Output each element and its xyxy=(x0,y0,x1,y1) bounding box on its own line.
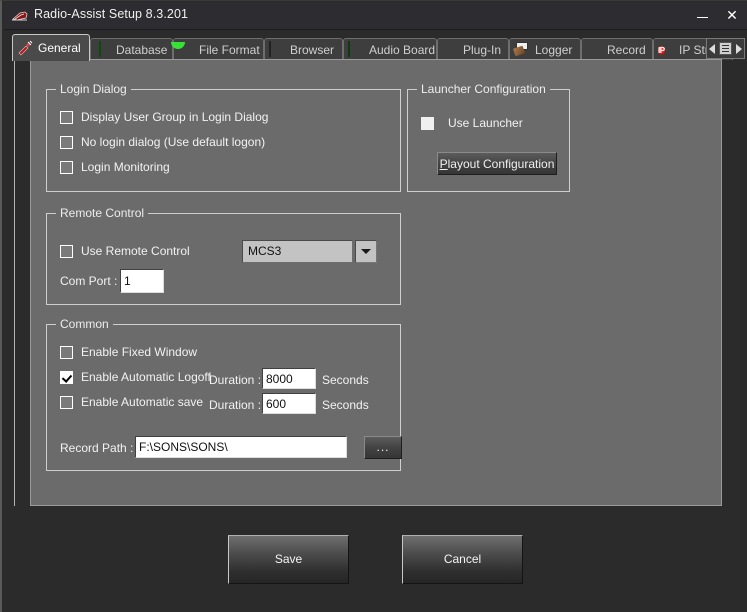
checkbox-use-launcher[interactable]: Use Launcher xyxy=(421,116,523,130)
tab-label: Record xyxy=(607,44,646,56)
minimize-icon xyxy=(697,17,708,18)
tab-label: Audio Board xyxy=(369,44,435,56)
checkbox-display-user-group[interactable]: Display User Group in Login Dialog xyxy=(60,110,268,124)
checkbox-box[interactable] xyxy=(60,371,73,384)
seconds-label-2: Seconds xyxy=(322,398,369,412)
login-dialog-group: Login Dialog Display User Group in Login… xyxy=(46,89,401,192)
minimize-button[interactable] xyxy=(687,2,717,29)
checkbox-enable-fixed-window[interactable]: Enable Fixed Window xyxy=(60,345,197,359)
checkbox-enable-automatic-logoff[interactable]: Enable Automatic Logoff xyxy=(60,370,211,384)
duration-label-2: Duration : xyxy=(209,398,261,412)
database-icon xyxy=(95,42,111,58)
tab-scroller[interactable] xyxy=(706,38,745,59)
cancel-button[interactable]: Cancel xyxy=(402,535,523,584)
group-legend: Remote Control xyxy=(56,206,148,220)
checkbox-box[interactable] xyxy=(60,396,73,409)
group-legend: Launcher Configuration xyxy=(417,82,550,96)
tab-label: Database xyxy=(116,44,167,56)
tab-label: Plug-In xyxy=(463,44,501,56)
tab-label: Browser xyxy=(290,44,334,56)
tab-label: General xyxy=(38,42,81,54)
group-legend: Login Dialog xyxy=(56,82,131,96)
checkbox-box[interactable] xyxy=(421,117,434,130)
com-port-input[interactable] xyxy=(120,269,164,293)
checkbox-box[interactable] xyxy=(60,161,73,174)
common-group: Common Enable Fixed Window Enable Automa… xyxy=(46,324,401,471)
ip-icon: IP xyxy=(658,42,674,58)
tab-browser[interactable]: Browser xyxy=(264,38,343,60)
plugin-icon xyxy=(442,42,458,58)
close-button[interactable]: ✕ xyxy=(717,2,747,29)
tab-database[interactable]: Database xyxy=(90,38,173,60)
checkbox-label: Use Launcher xyxy=(448,116,523,130)
tab-label: Logger xyxy=(535,44,572,56)
checkbox-box[interactable] xyxy=(60,346,73,359)
tab-record[interactable]: Record xyxy=(581,38,653,60)
checkbox-box[interactable] xyxy=(60,136,73,149)
scroll-right-icon[interactable] xyxy=(736,44,742,54)
duration-label-1: Duration : xyxy=(209,373,261,387)
playout-accel: P xyxy=(440,157,448,171)
record-path-label: Record Path : xyxy=(60,441,133,455)
group-legend: Common xyxy=(56,317,113,331)
checkbox-label: Enable Automatic save xyxy=(81,395,203,409)
panel-left-edge xyxy=(14,59,15,506)
tab-plug-in[interactable]: Plug-In xyxy=(437,38,509,60)
checkbox-label: Display User Group in Login Dialog xyxy=(81,110,268,124)
radiation-icon xyxy=(178,42,194,58)
tab-file-format[interactable]: File Format xyxy=(173,38,264,60)
tab-general[interactable]: General xyxy=(12,34,90,61)
tab-label: File Format xyxy=(199,44,260,56)
playout-rest: layout Configuration xyxy=(448,157,555,171)
tab-list-icon[interactable] xyxy=(719,42,732,55)
checkbox-no-login-dialog[interactable]: No login dialog (Use default logon) xyxy=(60,135,265,149)
remote-control-group: Remote Control Use Remote Control MCS3 C… xyxy=(46,213,401,305)
remote-device-combo[interactable]: MCS3 xyxy=(242,240,377,263)
checkbox-enable-automatic-save[interactable]: Enable Automatic save xyxy=(60,395,203,409)
seconds-label-1: Seconds xyxy=(322,373,369,387)
checkbox-login-monitoring[interactable]: Login Monitoring xyxy=(60,160,170,174)
window-title: Radio-Assist Setup 8.3.201 xyxy=(34,7,188,21)
tab-audio-board[interactable]: Audio Board xyxy=(343,38,437,60)
playout-configuration-button[interactable]: Playout Configuration xyxy=(437,152,557,175)
record-icon xyxy=(586,42,602,58)
checkbox-label: Enable Fixed Window xyxy=(81,345,197,359)
wrench-icon xyxy=(17,40,33,56)
tab-logger[interactable]: Logger xyxy=(509,38,581,60)
launcher-configuration-group: Launcher Configuration Use Launcher Play… xyxy=(407,89,570,192)
save-duration-input[interactable] xyxy=(262,393,316,414)
checkbox-box[interactable] xyxy=(60,111,73,124)
scroll-left-icon[interactable] xyxy=(709,44,715,54)
checkbox-label: No login dialog (Use default logon) xyxy=(81,135,265,149)
checkbox-box[interactable] xyxy=(60,245,73,258)
title-bar: Radio-Assist Setup 8.3.201 ✕ xyxy=(4,2,747,30)
setup-window: Radio-Assist Setup 8.3.201 ✕ General Dat… xyxy=(0,0,747,612)
app-icon xyxy=(11,7,29,25)
checkbox-use-remote-control[interactable]: Use Remote Control xyxy=(60,244,190,258)
combo-value[interactable]: MCS3 xyxy=(242,240,353,263)
audio-board-icon xyxy=(348,42,364,58)
logoff-duration-input[interactable] xyxy=(262,368,316,389)
logger-icon xyxy=(514,42,530,58)
record-path-input[interactable] xyxy=(135,436,347,458)
com-port-label: Com Port : xyxy=(60,274,117,288)
save-button[interactable]: Save xyxy=(228,535,349,584)
browser-icon xyxy=(269,42,285,58)
browse-button[interactable]: ... xyxy=(364,436,402,459)
checkbox-label: Use Remote Control xyxy=(81,244,190,258)
tab-strip: General Database File Format Browser Aud… xyxy=(12,34,745,60)
chevron-down-icon[interactable] xyxy=(355,240,377,263)
checkbox-label: Enable Automatic Logoff xyxy=(81,370,211,384)
general-tab-panel: Login Dialog Display User Group in Login… xyxy=(30,59,722,506)
checkbox-label: Login Monitoring xyxy=(81,160,170,174)
